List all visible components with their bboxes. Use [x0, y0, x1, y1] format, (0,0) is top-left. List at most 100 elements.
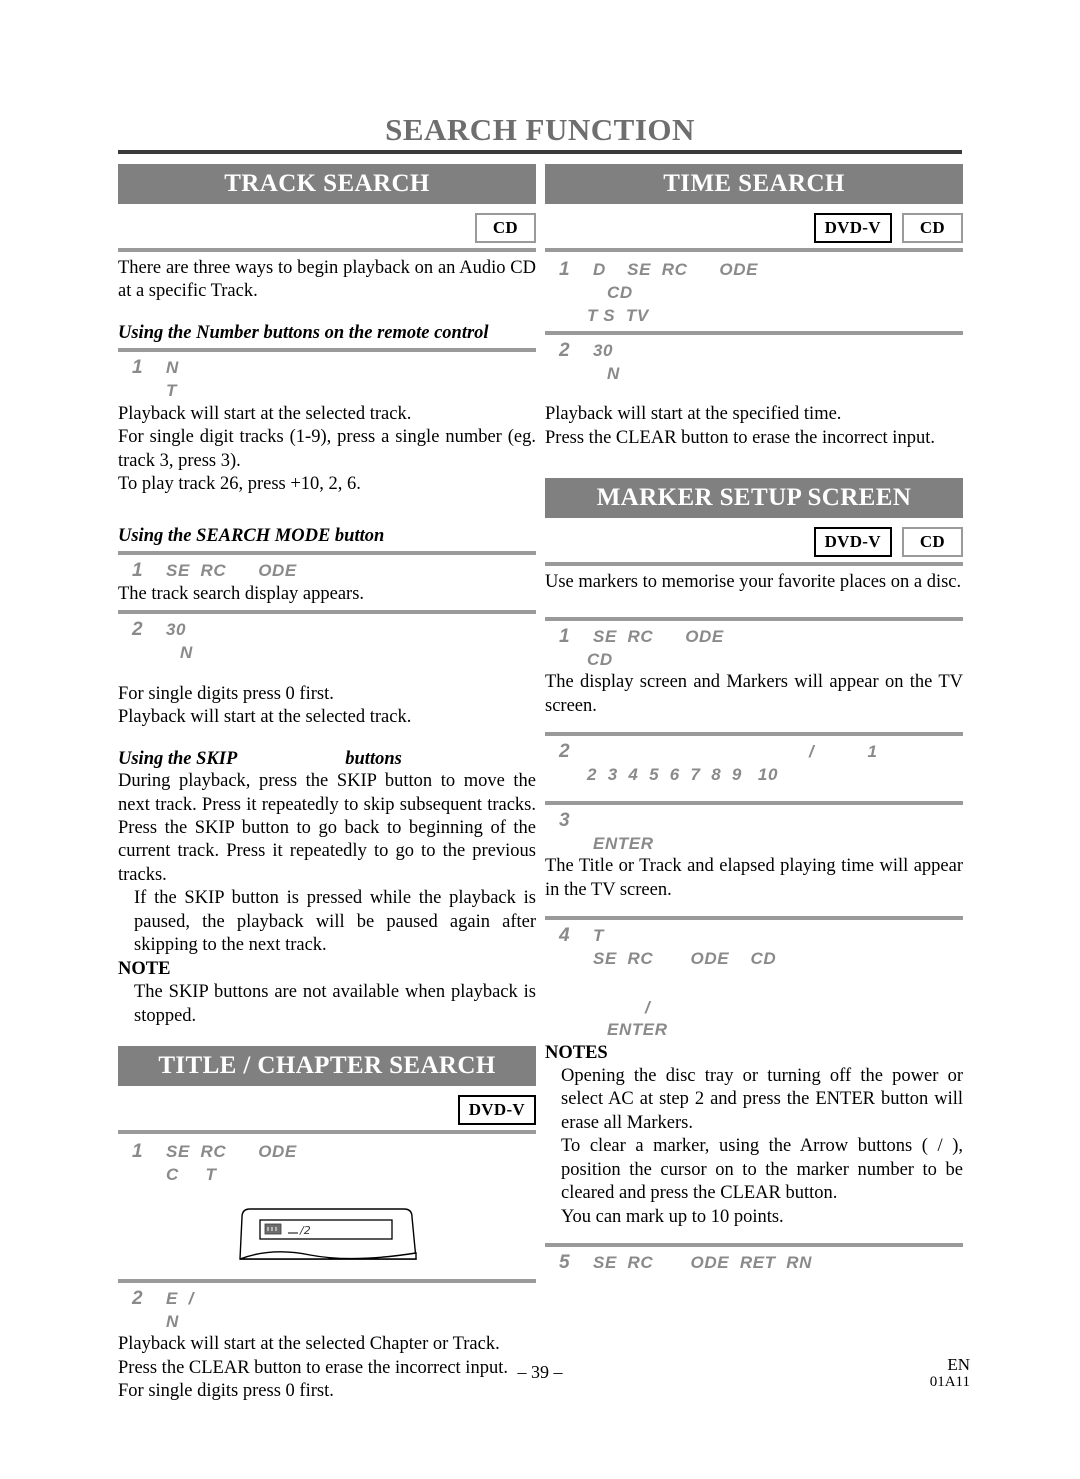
notes-heading: NOTES: [545, 1042, 608, 1063]
step-sublabel: C T: [166, 1165, 217, 1185]
subheading-skip-part-a: Using the SKIP: [118, 748, 238, 769]
badge-row-time-search: DVD-V CD: [545, 213, 963, 243]
disc-badge-dvd-v: DVD-V: [457, 1095, 536, 1125]
svg-text:/2: /2: [299, 1224, 311, 1237]
step-number: 5: [559, 1252, 571, 1274]
step-number: 2: [559, 339, 571, 361]
disc-badge-cd: CD: [901, 527, 963, 558]
tv-screen-illustration: /2: [232, 1203, 422, 1275]
note-heading: NOTE: [118, 958, 171, 979]
left-column: TRACK SEARCH CD There are three ways to …: [118, 164, 536, 1403]
step-sublabel: T: [166, 381, 177, 401]
step-sublabel: N: [607, 364, 620, 384]
step-number: 2: [132, 1287, 144, 1309]
step-sublabel: SE RC ODE CD: [593, 949, 777, 969]
divider-rule: [545, 800, 963, 805]
divider-rule: [545, 616, 963, 621]
disc-badge-cd: CD: [474, 213, 536, 243]
step-sublabel: T S TV: [587, 305, 649, 325]
disc-badge-cd: CD: [901, 213, 963, 243]
step-item: 2 / 1 2 3 4 5 6 7 8 9 10: [545, 739, 963, 787]
right-column: TIME SEARCH DVD-V CD 1 D SE RC ODE CD T S…: [545, 164, 963, 1275]
skip-body-2: If the SKIP button is pressed while the …: [134, 888, 536, 956]
step-label: T: [593, 926, 604, 946]
disc-badge-dvd-v: DVD-V: [813, 527, 892, 558]
footer-page-number: – 39 –: [517, 1362, 563, 1382]
step-sublabel: CD: [587, 650, 613, 669]
subheading-skip-part-b: buttons: [345, 748, 402, 769]
step-label: N: [166, 358, 179, 378]
step-label: 30: [166, 620, 187, 640]
section-header-marker-setup-screen: MARKER SETUP SCREEN: [545, 478, 963, 519]
section-header-track-search: TRACK SEARCH: [118, 164, 536, 204]
divider-rule: [545, 916, 963, 921]
divider-rule: [118, 248, 536, 252]
subheading-number-buttons: Using the Number buttons on the remote c…: [118, 322, 489, 343]
divider-rule: [545, 732, 963, 737]
footer-right-block: EN 01A11: [930, 1356, 970, 1390]
subheading-skip-buttons: Using the SKIP buttons: [118, 748, 536, 770]
notes-body-3: You can mark up to 10 points.: [561, 1206, 784, 1227]
step-number: 1: [132, 357, 144, 379]
title-chapter-body-1: Playback will start at the selected Chap…: [118, 1334, 500, 1355]
track-search-body-5: Playback will start at the selected trac…: [118, 707, 412, 728]
step-number: 2: [132, 619, 144, 641]
step-sublabel: ENTER: [593, 834, 654, 853]
step-item: 2 30 N: [118, 617, 536, 665]
step-number: 1: [132, 1141, 144, 1162]
title-underline-rule: [118, 150, 962, 154]
badge-row-marker-setup: DVD-V CD: [545, 527, 963, 558]
step-number: 1: [559, 625, 571, 647]
step-item: 1 N T: [118, 355, 536, 403]
track-search-body-1: Playback will start at the selected trac…: [118, 403, 412, 424]
marker-intro: Use markers to memorise your favorite pl…: [545, 572, 962, 593]
section-header-title-chapter-search: TITLE / CHAPTER SEARCH: [118, 1046, 536, 1086]
divider-rule: [545, 248, 963, 252]
divider-rule: [118, 1278, 536, 1283]
page-title: SEARCH FUNCTION: [385, 112, 695, 147]
step-number: 1: [559, 259, 571, 280]
divider-rule: [545, 562, 963, 567]
step-sublabel: ENTER: [607, 1020, 668, 1040]
step-number: 3: [559, 809, 571, 831]
badge-row-title-chapter: DVD-V: [118, 1095, 536, 1125]
time-search-body-2: Press the CLEAR button to erase the inco…: [545, 427, 935, 448]
step-item: 1 SE RC ODE: [118, 558, 536, 583]
step-sublabel: N: [166, 1311, 179, 1331]
step-item: 1 SE RC ODE C T: [118, 1139, 536, 1187]
step-label: SE RC ODE RET RN: [593, 1253, 813, 1273]
subheading-search-mode: Using the SEARCH MODE button: [118, 525, 385, 546]
title-chapter-body-3: For single digits press 0 first.: [118, 1381, 334, 1401]
step-label: D SE RC ODE: [593, 260, 759, 279]
step-sublabel: 2 3 4 5 6 7 8 9 10: [587, 765, 779, 785]
step-label: SE RC ODE: [166, 1142, 297, 1161]
step-item: 2 30 N: [545, 338, 963, 386]
step-label: SE RC ODE: [593, 626, 724, 646]
step-label: / 1: [809, 742, 878, 762]
badge-row-track-search: CD: [118, 213, 536, 243]
step-item: 2 E / N: [118, 1286, 536, 1334]
notes-body-2: To clear a marker, using the Arrow butto…: [561, 1136, 963, 1204]
track-search-mode-body: The track search display appears.: [118, 583, 365, 604]
step-item: 1 SE RC ODE CD: [545, 624, 963, 672]
step-item: 4 T SE RC ODE CD / ENTER: [545, 923, 963, 1041]
section-header-time-search: TIME SEARCH: [545, 164, 963, 204]
disc-badge-dvd-v: DVD-V: [813, 213, 892, 243]
step-sublabel: N: [180, 643, 193, 663]
notes-body-1: Opening the disc tray or turning off the…: [561, 1065, 963, 1133]
divider-rule: [118, 348, 536, 353]
divider-rule: [118, 550, 536, 555]
note-body: The SKIP buttons are not available when …: [134, 982, 536, 1026]
step-number: 2: [559, 741, 571, 763]
footer-document-code: 01A11: [929, 1373, 970, 1390]
